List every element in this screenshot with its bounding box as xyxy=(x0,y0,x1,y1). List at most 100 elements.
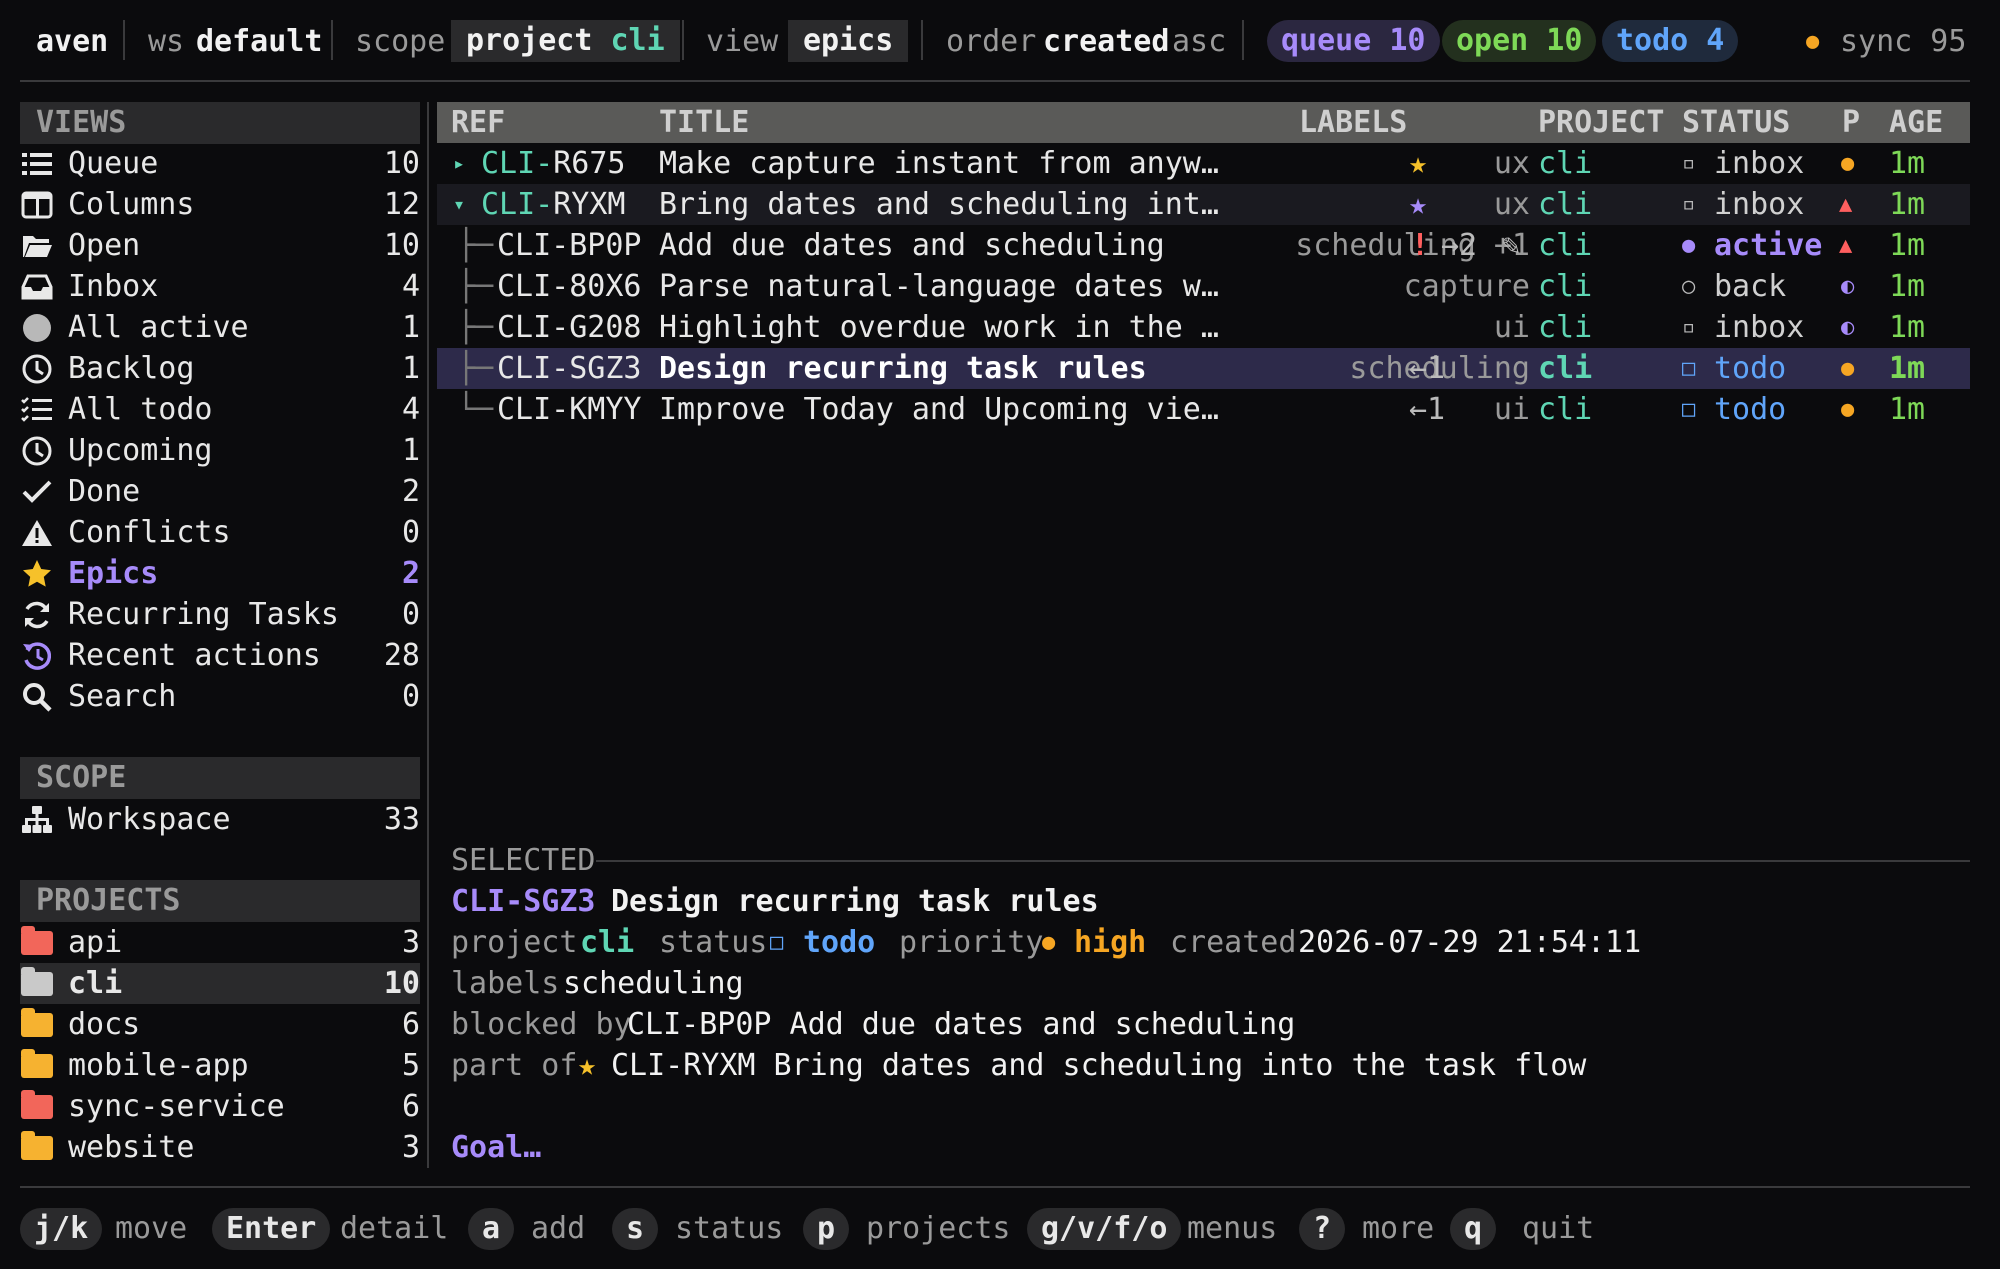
sidebar-item-count: 2 xyxy=(401,474,420,509)
row-ref: CLI-G208 xyxy=(497,310,642,345)
key-status[interactable]: s xyxy=(612,1208,659,1250)
view-selector[interactable]: epics xyxy=(788,20,909,62)
key-quit[interactable]: q xyxy=(1450,1208,1497,1250)
key-projects[interactable]: p xyxy=(803,1208,850,1250)
sidebar-item-count: 0 xyxy=(401,597,420,632)
table-row[interactable]: └─ CLI-KMYY Improve Today and Upcoming v… xyxy=(437,389,1970,430)
sidebar-item-count: 1 xyxy=(401,310,420,345)
key-move[interactable]: j/k xyxy=(20,1208,103,1250)
row-project: cli xyxy=(1538,228,1593,263)
order-direction[interactable]: asc xyxy=(1172,21,1226,62)
sidebar-item-count: 6 xyxy=(401,1089,420,1124)
ws-value[interactable]: default xyxy=(196,21,322,62)
table-row[interactable]: ├─ CLI-80X6 Parse natural-language dates… xyxy=(437,266,1970,307)
sidebar-item-count: 10 xyxy=(383,228,420,263)
sidebar-project-mobile-app[interactable]: mobile-app 5 xyxy=(20,1045,420,1086)
sitemap-icon xyxy=(20,803,54,837)
key-label: status xyxy=(675,1211,784,1246)
column-header-title[interactable]: TITLE xyxy=(659,102,749,143)
key-add[interactable]: a xyxy=(468,1208,515,1250)
queue-pill[interactable]: queue 10 xyxy=(1267,20,1440,62)
tree-branch: ├─ xyxy=(457,310,494,345)
collapse-icon[interactable]: ▾ xyxy=(453,184,465,225)
sidebar-item-epics[interactable]: Epics 2 xyxy=(20,553,420,594)
sidebar-item-queue[interactable]: Queue 10 xyxy=(20,143,420,184)
sidebar-project-website[interactable]: website 3 xyxy=(20,1127,420,1168)
blocked-by-link[interactable]: CLI-BP0P Add due dates and scheduling xyxy=(627,1004,1295,1045)
status-todo-icon: □ xyxy=(1682,397,1696,422)
row-project: cli xyxy=(1538,269,1593,304)
column-header-age[interactable]: AGE xyxy=(1889,102,1943,143)
part-of-link[interactable]: CLI-RYXM Bring dates and scheduling into… xyxy=(611,1045,1586,1086)
column-header-project[interactable]: PROJECT xyxy=(1538,102,1664,143)
scope-project-value: cli xyxy=(610,23,665,58)
sidebar-item-upcoming[interactable]: Upcoming 1 xyxy=(20,430,420,471)
row-status: active xyxy=(1714,228,1823,263)
row-labels: ui xyxy=(1493,392,1530,427)
table-row-selected[interactable]: ├─ CLI-SGZ3 Design recurring task rules … xyxy=(437,348,1970,389)
sidebar-item-workspace[interactable]: Workspace 33 xyxy=(20,799,420,840)
created-label: created xyxy=(1170,925,1297,960)
table-row[interactable]: ▾ CLI-RYXM Bring dates and scheduling in… xyxy=(437,184,1970,225)
row-status: todo xyxy=(1714,392,1787,427)
sidebar-item-count: 5 xyxy=(401,1048,420,1083)
tree-branch: ├─ xyxy=(457,351,494,386)
list-icon xyxy=(20,147,54,181)
key-detail[interactable]: Enter xyxy=(212,1208,331,1250)
sidebar-divider xyxy=(427,102,429,1168)
row-status: todo xyxy=(1714,351,1787,386)
priority-icon: ● xyxy=(1042,930,1056,955)
row-status: back xyxy=(1714,269,1787,304)
star-icon: ★ xyxy=(578,1048,597,1083)
sidebar-project-sync-service[interactable]: sync-service 6 xyxy=(20,1086,420,1127)
open-pill[interactable]: open 10 xyxy=(1442,20,1597,62)
column-header-labels[interactable]: LABELS xyxy=(1299,102,1407,143)
selected-status: todo xyxy=(803,925,876,960)
sidebar-item-all-todo[interactable]: All todo 4 xyxy=(20,389,420,430)
sidebar-item-all-active[interactable]: All active 1 xyxy=(20,307,420,348)
sidebar-item-done[interactable]: Done 2 xyxy=(20,471,420,512)
sidebar-project-cli[interactable]: cli 10 xyxy=(20,963,420,1004)
divider xyxy=(921,20,923,60)
star-icon: ★ xyxy=(1409,146,1428,181)
todo-pill[interactable]: todo 4 xyxy=(1602,20,1739,62)
table-row[interactable]: ▸ CLI-R675 Make capture instant from any… xyxy=(437,143,1970,184)
sidebar-item-conflicts[interactable]: Conflicts 0 xyxy=(20,512,420,553)
table-row[interactable]: ├─ CLI-BP0P Add due dates and scheduling… xyxy=(437,225,1970,266)
history-icon xyxy=(20,639,54,673)
sidebar-project-docs[interactable]: docs 6 xyxy=(20,1004,420,1045)
edit-icon[interactable]: ✎ xyxy=(1502,225,1520,266)
table-row[interactable]: ├─ CLI-G208 Highlight overdue work in th… xyxy=(437,307,1970,348)
column-header-ref[interactable]: REF xyxy=(451,102,505,143)
order-field[interactable]: created xyxy=(1043,21,1169,62)
column-header-status[interactable]: STATUS xyxy=(1682,102,1790,143)
sidebar-item-columns[interactable]: Columns 12 xyxy=(20,184,420,225)
key-menus[interactable]: g/v/f/o xyxy=(1027,1208,1182,1250)
row-labels: ux xyxy=(1493,187,1530,222)
divider xyxy=(682,20,684,60)
expand-icon[interactable]: ▸ xyxy=(453,143,465,184)
sidebar-item-search[interactable]: Search 0 xyxy=(20,676,420,717)
priority-low-icon: ◐ xyxy=(1841,315,1855,340)
column-header-priority[interactable]: P xyxy=(1842,102,1860,143)
sidebar-project-api[interactable]: api 3 xyxy=(20,922,420,963)
status-inbox-icon: ▫ xyxy=(1682,151,1696,176)
row-links: →2 xyxy=(1441,228,1478,263)
row-project: cli xyxy=(1538,187,1593,222)
projects-section-title: PROJECTS xyxy=(20,880,420,922)
sidebar-item-recurring-tasks[interactable]: Recurring Tasks 0 xyxy=(20,594,420,635)
sidebar-item-inbox[interactable]: Inbox 4 xyxy=(20,266,420,307)
sidebar-item-open[interactable]: Open 10 xyxy=(20,225,420,266)
priority-high-icon: ▲ xyxy=(1839,233,1853,258)
scope-selector[interactable]: project cli xyxy=(451,20,680,62)
goal-heading[interactable]: Goal… xyxy=(451,1127,541,1168)
row-title: Highlight overdue work in the … xyxy=(659,310,1219,345)
key-more[interactable]: ? xyxy=(1299,1208,1346,1250)
flag-icon: ! xyxy=(1411,228,1430,263)
part-of-label: part of xyxy=(451,1048,578,1083)
divider xyxy=(1242,20,1244,60)
row-title: Improve Today and Upcoming vie… xyxy=(659,392,1219,427)
sidebar-item-recent-actions[interactable]: Recent actions 28 xyxy=(20,635,420,676)
sync-status-icon: ● xyxy=(1806,29,1820,54)
sidebar-item-backlog[interactable]: Backlog 1 xyxy=(20,348,420,389)
